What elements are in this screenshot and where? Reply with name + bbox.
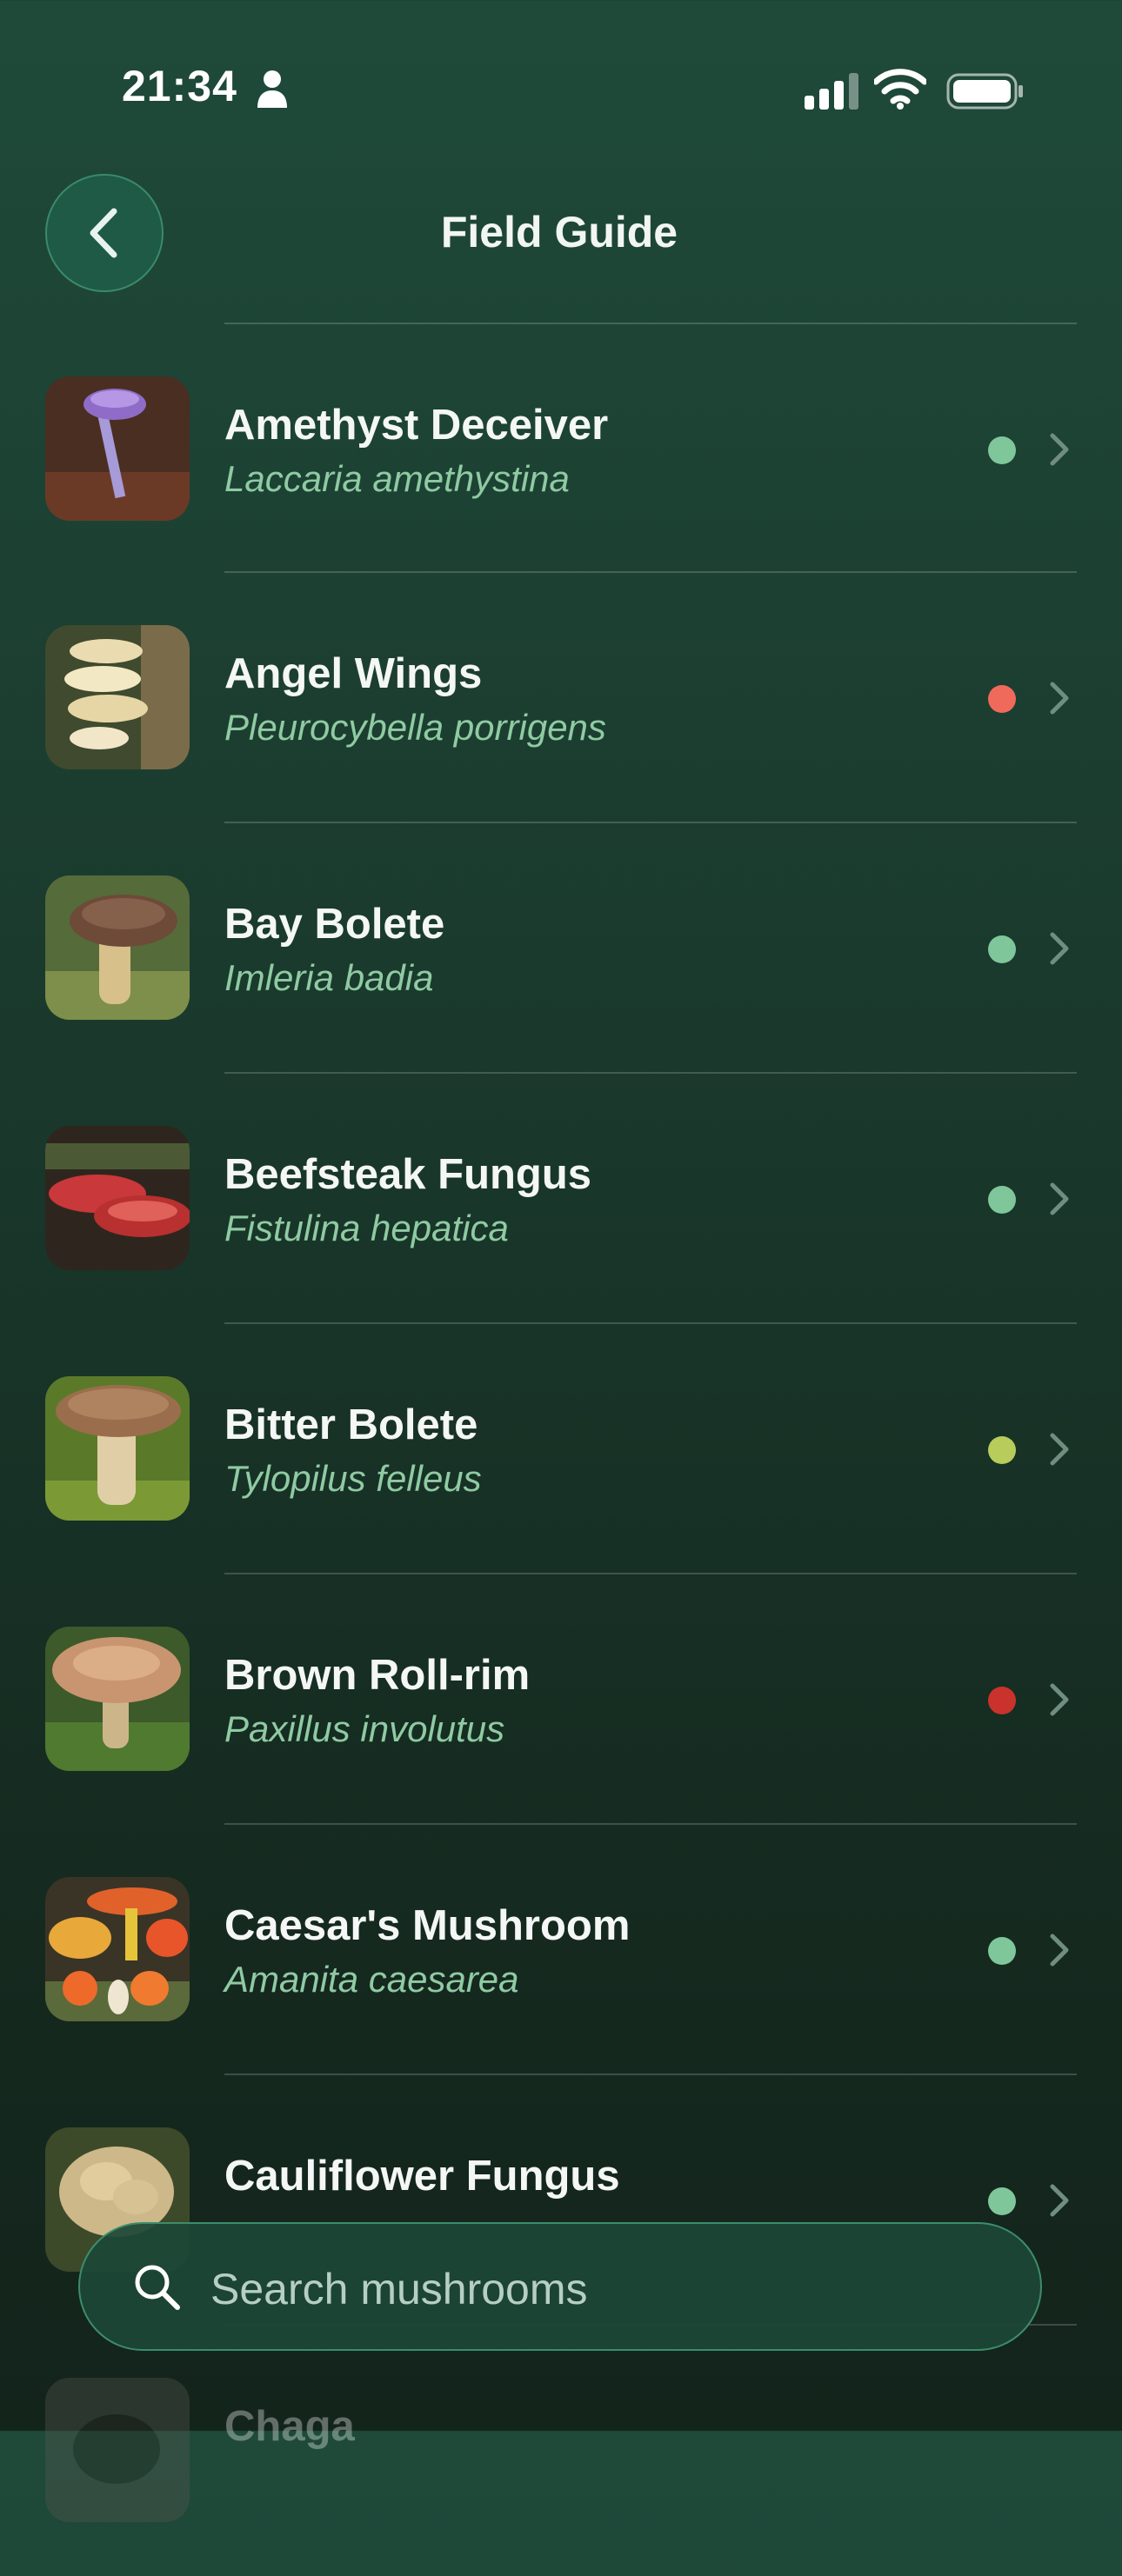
- search-placeholder: Search mushrooms: [210, 2265, 588, 2313]
- signal-icon: [805, 73, 858, 110]
- latin-name: Amanita caesarea: [224, 1959, 519, 2000]
- list-item-amethyst-deceiver[interactable]: Amethyst Deceiver Laccaria amethystina: [0, 324, 1122, 575]
- common-name: Angel Wings: [224, 650, 483, 697]
- list-item-angel-wings[interactable]: Angel Wings Pleurocybella porrigens: [0, 573, 1122, 823]
- list-item-caesars-mushroom[interactable]: Caesar's Mushroom Amanita caesarea: [0, 1825, 1122, 2075]
- latin-name: Tylopilus felleus: [224, 1458, 482, 1499]
- status-dot: [988, 685, 1016, 713]
- common-name: Chaga: [224, 2403, 355, 2450]
- status-dot: [988, 935, 1016, 963]
- latin-name: Pleurocybella porrigens: [224, 707, 606, 748]
- chevron-right-icon: [1050, 1433, 1069, 1466]
- list-item-bay-bolete[interactable]: Bay Bolete Imleria badia: [0, 823, 1122, 1074]
- mushroom-thumbnail: [45, 2378, 190, 2522]
- common-name: Amethyst Deceiver: [224, 402, 609, 449]
- search-input[interactable]: Search mushrooms: [78, 2222, 1042, 2351]
- list-item-chaga[interactable]: Chaga: [0, 2326, 1122, 2576]
- page-title: Field Guide: [440, 208, 678, 256]
- list-item-bitter-bolete[interactable]: Bitter Bolete Tylopilus felleus: [0, 1324, 1122, 1574]
- chevron-right-icon: [1050, 1683, 1069, 1716]
- person-icon: [257, 70, 287, 108]
- mushroom-thumbnail: [45, 625, 190, 769]
- latin-name: Laccaria amethystina: [224, 458, 570, 499]
- mushroom-thumbnail: [45, 875, 190, 1020]
- list-item-brown-roll-rim[interactable]: Brown Roll-rim Paxillus involutus: [0, 1574, 1122, 1825]
- status-dot: [988, 1436, 1016, 1464]
- chevron-right-icon: [1050, 2184, 1069, 2217]
- wifi-icon: [874, 69, 926, 110]
- status-bar: 21:34: [0, 0, 1122, 174]
- battery-icon: [946, 73, 1023, 110]
- chevron-right-icon: [1050, 682, 1069, 715]
- common-name: Brown Roll-rim: [224, 1652, 531, 1699]
- chevron-right-icon: [1050, 932, 1069, 965]
- status-dot: [988, 1186, 1016, 1214]
- common-name: Beefsteak Fungus: [224, 1151, 592, 1198]
- status-dot: [988, 436, 1016, 464]
- mushroom-thumbnail: [45, 1376, 190, 1521]
- common-name: Caesar's Mushroom: [224, 1902, 631, 1949]
- mushroom-thumbnail: [45, 376, 190, 521]
- common-name: Bitter Bolete: [224, 1401, 478, 1448]
- status-dot: [988, 2187, 1016, 2215]
- latin-name: Fistulina hepatica: [224, 1208, 509, 1248]
- mushroom-thumbnail: [45, 1877, 190, 2021]
- chevron-right-icon: [1050, 1934, 1069, 1967]
- latin-name: Imleria badia: [224, 957, 434, 998]
- status-time: 21:34: [122, 62, 237, 110]
- status-dot: [988, 1687, 1016, 1714]
- search-icon: [135, 2265, 180, 2310]
- chevron-right-icon: [1050, 433, 1069, 466]
- common-name: Bay Bolete: [224, 901, 445, 948]
- latin-name: Paxillus involutus: [224, 1708, 505, 1749]
- chevron-right-icon: [1050, 1182, 1069, 1215]
- mushroom-thumbnail: [45, 1126, 190, 1270]
- mushroom-thumbnail: [45, 1627, 190, 1771]
- list-item-beefsteak-fungus[interactable]: Beefsteak Fungus Fistulina hepatica: [0, 1074, 1122, 1324]
- status-dot: [988, 1937, 1016, 1965]
- common-name: Cauliflower Fungus: [224, 2153, 620, 2200]
